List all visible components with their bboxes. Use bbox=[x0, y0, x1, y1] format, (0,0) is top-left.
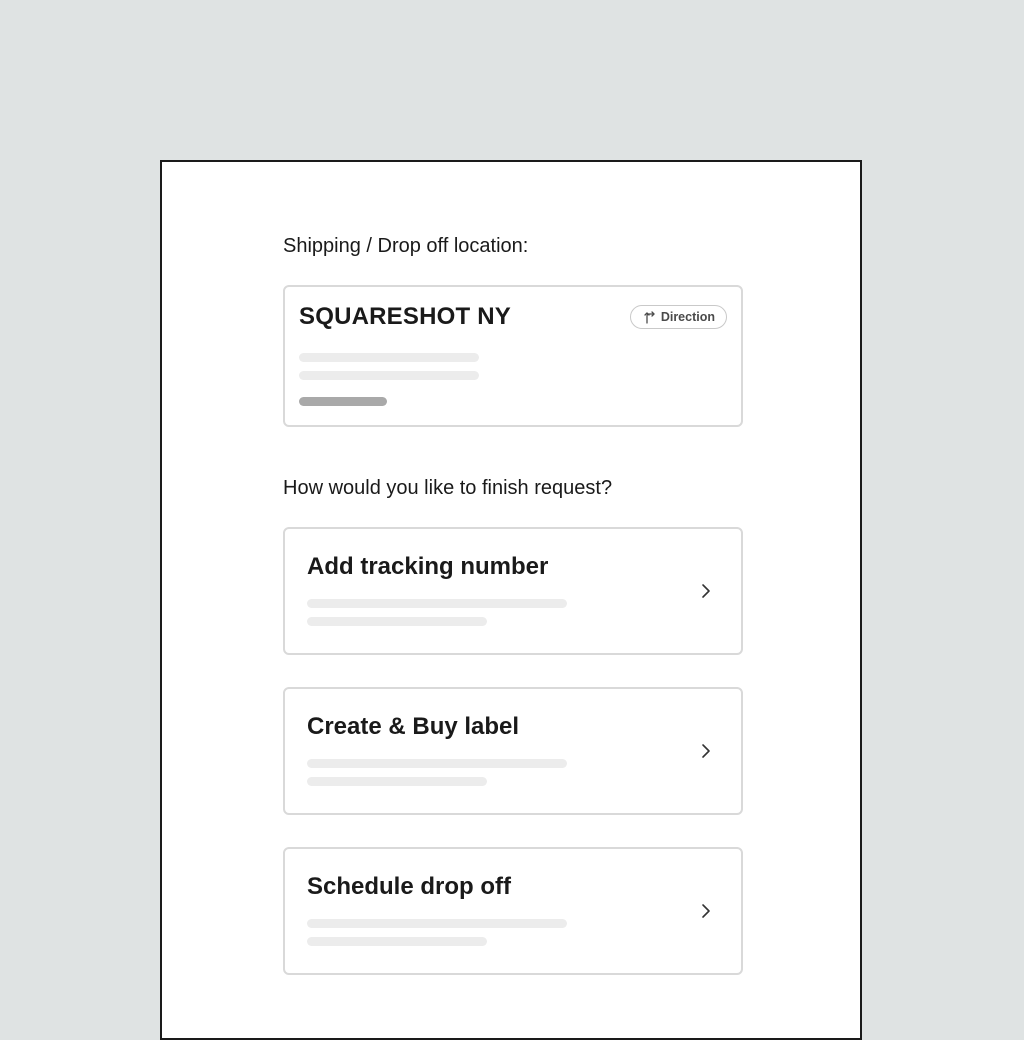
direction-icon bbox=[643, 310, 657, 324]
direction-button[interactable]: Direction bbox=[629, 305, 727, 329]
screen-frame: Shipping / Drop off location: SQUARESHOT… bbox=[160, 160, 862, 1040]
option-create-buy-label[interactable]: Create & Buy label bbox=[283, 687, 743, 815]
address-line-placeholder bbox=[299, 353, 479, 362]
option-add-tracking-number[interactable]: Add tracking number bbox=[283, 527, 743, 655]
option-title: Create & Buy label bbox=[307, 713, 520, 740]
description-placeholder bbox=[307, 937, 487, 946]
location-card: SQUARESHOT NY Direction bbox=[283, 285, 743, 427]
hours-placeholder bbox=[299, 397, 387, 406]
description-placeholder bbox=[307, 599, 567, 608]
option-title: Schedule drop off bbox=[307, 873, 511, 900]
description-placeholder bbox=[307, 759, 567, 768]
direction-label: Direction bbox=[660, 310, 715, 324]
description-placeholder bbox=[307, 777, 487, 786]
chevron-right-icon bbox=[702, 744, 710, 758]
chevron-right-icon bbox=[702, 904, 710, 918]
chevron-right-icon bbox=[702, 584, 710, 598]
finish-section-label: How would you like to finish request? bbox=[283, 477, 613, 499]
description-placeholder bbox=[307, 617, 487, 626]
option-title: Add tracking number bbox=[307, 553, 549, 580]
option-schedule-drop-off[interactable]: Schedule drop off bbox=[283, 847, 743, 975]
location-section-label: Shipping / Drop off location: bbox=[283, 235, 529, 257]
address-line-placeholder bbox=[299, 371, 479, 380]
description-placeholder bbox=[307, 919, 567, 928]
location-name: SQUARESHOT NY bbox=[299, 303, 511, 330]
